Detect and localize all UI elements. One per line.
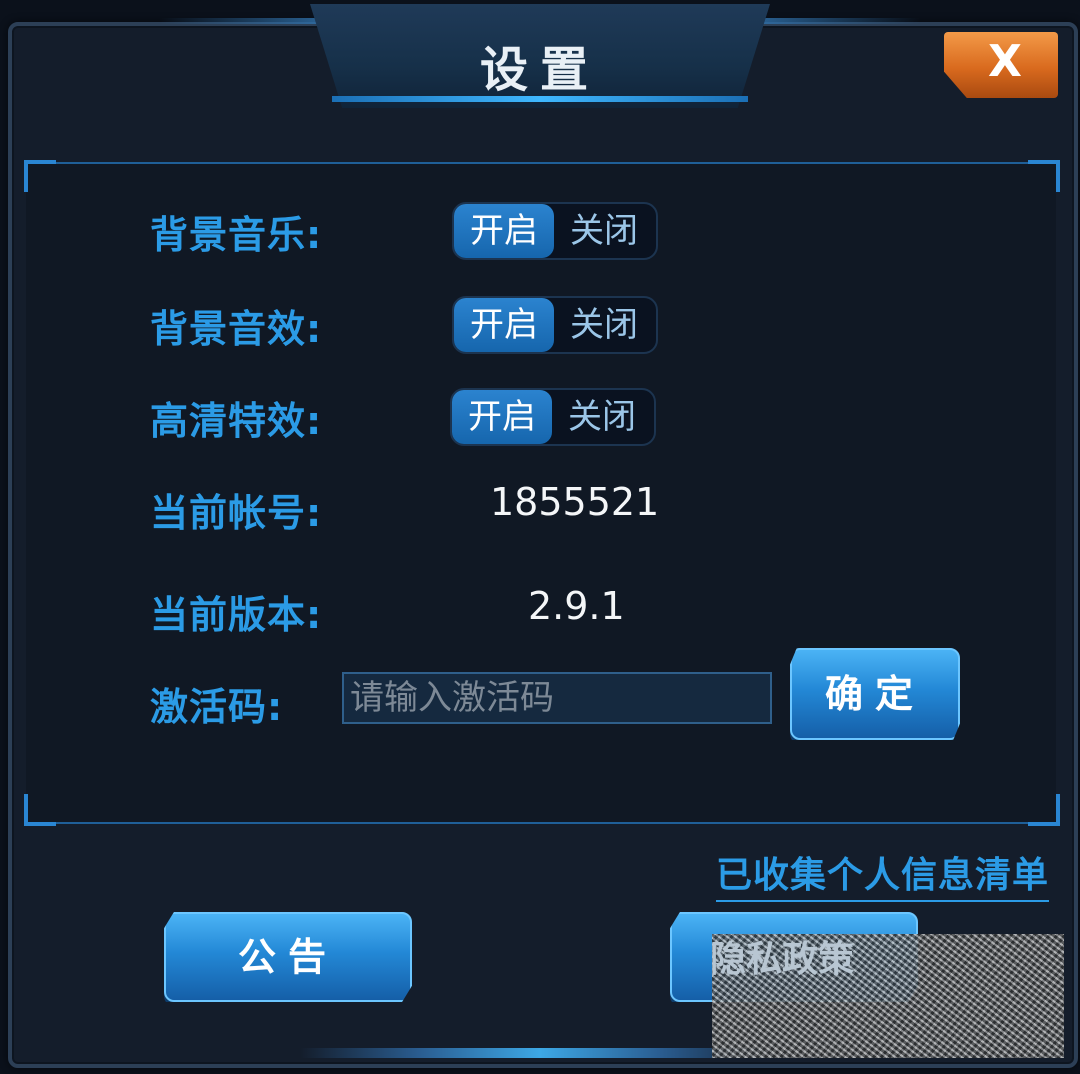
- panel-corner-top-right: [1028, 160, 1060, 192]
- bg-music-toggle: 开启 关闭: [452, 202, 658, 260]
- frame-bottom-glow: [300, 1048, 780, 1058]
- hd-effects-on-option[interactable]: 开启: [452, 390, 552, 444]
- account-value: 1855521: [490, 480, 660, 524]
- close-icon: X: [988, 36, 1022, 87]
- panel-corner-bottom-left: [24, 794, 56, 826]
- hd-effects-off-option[interactable]: 关闭: [552, 390, 652, 444]
- hd-effects-toggle: 开启 关闭: [450, 388, 656, 446]
- bg-sfx-label: 背景音效:: [150, 307, 323, 351]
- version-label: 当前版本:: [150, 593, 323, 637]
- personal-info-list-link[interactable]: 已收集个人信息清单: [716, 846, 1050, 902]
- bg-music-label: 背景音乐:: [150, 213, 323, 257]
- panel-corner-bottom-right: [1028, 794, 1060, 826]
- close-button[interactable]: X: [944, 32, 1058, 98]
- bg-music-off-option[interactable]: 关闭: [554, 204, 654, 258]
- confirm-button[interactable]: 确定: [790, 648, 960, 740]
- dialog-title: 设置: [479, 42, 600, 98]
- account-label: 当前帐号:: [150, 491, 323, 535]
- privacy-policy-label: 隐私政策: [710, 939, 855, 980]
- bg-sfx-on-option[interactable]: 开启: [454, 298, 554, 352]
- bg-music-on-option[interactable]: 开启: [454, 204, 554, 258]
- version-value: 2.9.1: [528, 584, 625, 628]
- bg-sfx-off-option[interactable]: 关闭: [554, 298, 654, 352]
- notice-button[interactable]: 公告: [164, 912, 412, 1002]
- activation-code-label: 激活码:: [150, 685, 284, 729]
- bg-sfx-toggle: 开启 关闭: [452, 296, 658, 354]
- hd-effects-label: 高清特效:: [150, 399, 323, 443]
- activation-code-input[interactable]: [342, 672, 772, 724]
- panel-corner-top-left: [24, 160, 56, 192]
